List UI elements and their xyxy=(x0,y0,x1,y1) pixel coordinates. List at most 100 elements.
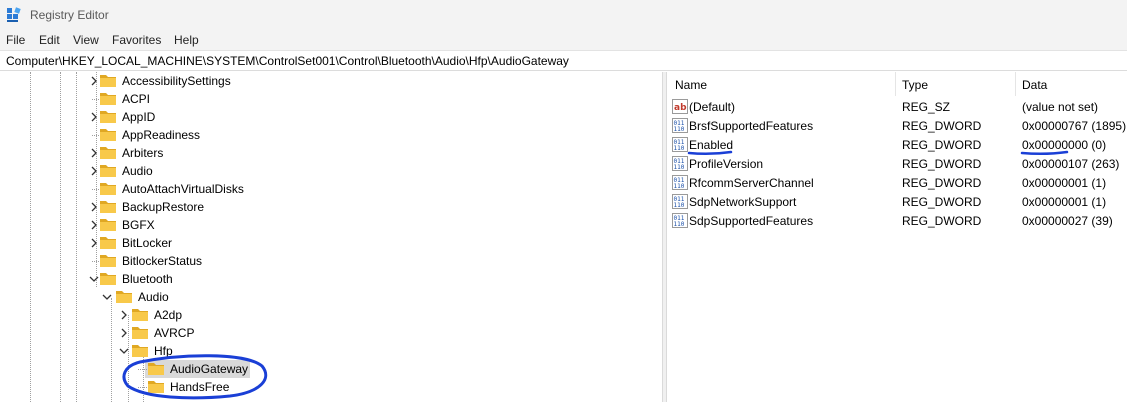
value-data: 0x00000001 (1) xyxy=(1022,176,1107,190)
tree-item[interactable]: Arbiters xyxy=(0,144,660,162)
value-type: REG_DWORD xyxy=(902,119,982,133)
svg-text:110: 110 xyxy=(674,164,685,171)
tree-item-label: BGFX xyxy=(122,218,155,232)
value-row[interactable]: 011 110 SdpSupportedFeatures REG_DWORD 0x000… xyxy=(667,211,1127,230)
tree-item-label: BackupRestore xyxy=(122,200,205,214)
value-row[interactable]: 011 110 ProfileVersion REG_DWORD 0x00000107 … xyxy=(667,154,1127,173)
value-name: ProfileVersion xyxy=(689,157,764,171)
tree-item[interactable]: Audio xyxy=(0,162,660,180)
value-row[interactable]: 011 110 Enabled REG_DWORD 0x00000000 (0) xyxy=(667,135,1127,154)
folder-icon xyxy=(99,73,117,88)
key-tree-pane[interactable]: AccessibilitySettings ACPI AppID AppReadine… xyxy=(0,72,662,402)
column-header-name[interactable]: Name xyxy=(675,72,707,96)
chevron-down-icon[interactable] xyxy=(118,344,130,358)
value-row[interactable]: 011 110 RfcommServerChannel REG_DWORD 0x0000… xyxy=(667,173,1127,192)
svg-text:110: 110 xyxy=(674,145,685,152)
values-list-pane[interactable]: Name Type Data ab (Default) REG_SZ (value n… xyxy=(667,72,1127,402)
tree-item[interactable]: AutoAttachVirtualDisks xyxy=(0,180,660,198)
folder-icon xyxy=(131,325,149,340)
tree-item[interactable]: AppID xyxy=(0,108,660,126)
value-data: 0x00000000 (0) xyxy=(1022,138,1107,152)
tree-item[interactable]: Bluetooth xyxy=(0,270,660,288)
tree-item-label: AVRCP xyxy=(154,326,195,340)
svg-text:110: 110 xyxy=(674,221,685,228)
tree-connector xyxy=(138,387,147,388)
tree-item[interactable]: A2dp xyxy=(0,306,660,324)
tree-item[interactable]: AccessibilitySettings xyxy=(0,72,660,90)
value-row[interactable]: ab (Default) REG_SZ (value not set) xyxy=(667,97,1127,116)
tree-item-label: Audio xyxy=(138,290,169,304)
folder-icon xyxy=(99,217,117,232)
address-path[interactable]: Computer\HKEY_LOCAL_MACHINE\SYSTEM\Contr… xyxy=(6,54,569,68)
binary-value-icon: 011 110 xyxy=(672,213,688,228)
value-data: 0x00000107 (263) xyxy=(1022,157,1120,171)
value-name: (Default) xyxy=(689,100,736,114)
value-name: SdpNetworkSupport xyxy=(689,195,797,209)
menu-favorites[interactable]: Favorites xyxy=(112,33,161,47)
folder-icon xyxy=(99,235,117,250)
chevron-right-icon[interactable] xyxy=(118,308,130,322)
tree-item-label: Arbiters xyxy=(122,146,164,160)
value-type: REG_DWORD xyxy=(902,176,982,190)
column-header-data[interactable]: Data xyxy=(1022,72,1047,96)
value-row[interactable]: 011 110 SdpNetworkSupport REG_DWORD 0x000000… xyxy=(667,192,1127,211)
column-header-type[interactable]: Type xyxy=(902,72,928,96)
tree-item[interactable]: ACPI xyxy=(0,90,660,108)
tree-connector xyxy=(138,369,147,370)
tree-item[interactable]: AVRCP xyxy=(0,324,660,342)
tree-item[interactable]: Hfp xyxy=(0,342,660,360)
menu-edit[interactable]: Edit xyxy=(39,33,60,47)
tree-item[interactable]: HandsFree xyxy=(0,378,660,396)
folder-icon xyxy=(99,145,117,160)
tree-item[interactable]: Audio xyxy=(0,288,660,306)
tree-item-label: AppID xyxy=(122,110,156,124)
tree-item-label: AccessibilitySettings xyxy=(122,74,231,88)
binary-value-icon: 011 110 xyxy=(672,194,688,209)
value-type: REG_DWORD xyxy=(902,214,982,228)
tree-item-label: BitlockerStatus xyxy=(122,254,203,268)
column-separator[interactable] xyxy=(895,72,896,96)
value-data: 0x00000027 (39) xyxy=(1022,214,1113,228)
value-type: REG_DWORD xyxy=(902,195,982,209)
binary-value-icon: 011 110 xyxy=(672,118,688,133)
menu-bar: File Edit View Favorites Help xyxy=(0,30,1127,50)
menu-help[interactable]: Help xyxy=(174,33,199,47)
value-data: 0x00000001 (1) xyxy=(1022,195,1107,209)
title-bar: Registry Editor xyxy=(0,0,1127,30)
folder-icon xyxy=(99,127,117,142)
value-name: Enabled xyxy=(689,138,734,152)
address-bar[interactable]: Computer\HKEY_LOCAL_MACHINE\SYSTEM\Contr… xyxy=(0,50,1127,71)
folder-icon xyxy=(131,343,149,358)
chevron-down-icon[interactable] xyxy=(101,290,113,304)
folder-icon xyxy=(99,91,117,106)
tree-item-label: BitLocker xyxy=(122,236,173,250)
column-separator[interactable] xyxy=(1015,72,1016,96)
folder-icon xyxy=(99,271,117,286)
registry-editor-app-icon xyxy=(6,7,22,23)
tree-item[interactable]: AudioGateway xyxy=(0,360,660,378)
tree-item[interactable]: BackupRestore xyxy=(0,198,660,216)
tree-item[interactable]: BitLocker xyxy=(0,234,660,252)
folder-icon xyxy=(99,109,117,124)
tree-item[interactable]: BitlockerStatus xyxy=(0,252,660,270)
menu-view[interactable]: View xyxy=(73,33,99,47)
folder-icon xyxy=(99,181,117,196)
value-type: REG_DWORD xyxy=(902,138,982,152)
tree-item[interactable]: AppReadiness xyxy=(0,126,660,144)
menu-file[interactable]: File xyxy=(6,33,25,47)
binary-value-icon: 011 110 xyxy=(672,156,688,171)
value-row[interactable]: 011 110 BrsfSupportedFeatures REG_DWORD 0x00… xyxy=(667,116,1127,135)
tree-item-label: AudioGateway xyxy=(170,362,249,376)
value-data: 0x00000767 (1895) xyxy=(1022,119,1127,133)
tree-item-label: Hfp xyxy=(154,344,173,358)
tree-item-label: ACPI xyxy=(122,92,151,106)
tree-item-label: A2dp xyxy=(154,308,183,322)
window-title: Registry Editor xyxy=(30,8,109,22)
tree-item-label: AppReadiness xyxy=(122,128,201,142)
value-name: SdpSupportedFeatures xyxy=(689,214,814,228)
value-name: BrsfSupportedFeatures xyxy=(689,119,814,133)
tree-item[interactable]: BGFX xyxy=(0,216,660,234)
tree-item-label: Audio xyxy=(122,164,153,178)
chevron-right-icon[interactable] xyxy=(118,326,130,340)
folder-icon xyxy=(147,361,165,376)
